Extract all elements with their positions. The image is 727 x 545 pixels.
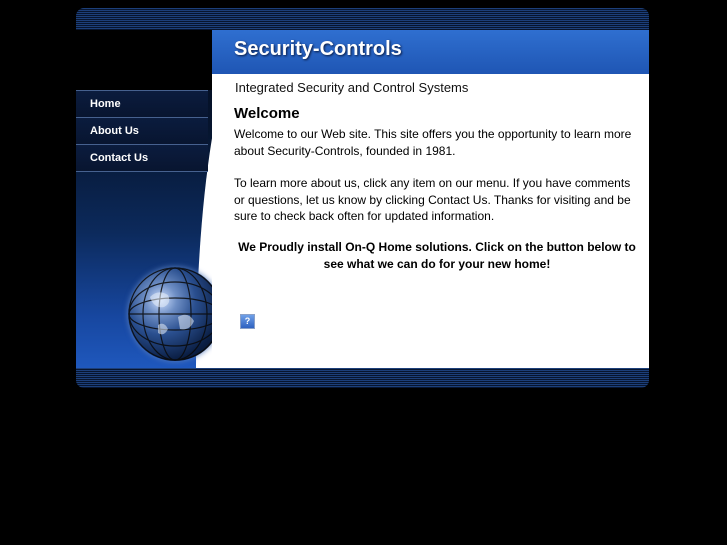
page-frame: Home About Us Contact Us Security-Contro…	[76, 8, 649, 388]
page-title: Welcome	[234, 105, 300, 122]
main-text-block: Welcome Welcome to our Web site. This si…	[234, 105, 640, 273]
intro-paragraph: Welcome to our Web site. This site offer…	[234, 127, 632, 158]
menu-item-contact-us[interactable]: Contact Us	[76, 144, 208, 172]
globe-icon	[128, 267, 212, 361]
main-menu: Home About Us Contact Us	[76, 90, 208, 172]
menu-item-home[interactable]: Home	[76, 90, 208, 117]
bottom-decorative-bar	[76, 368, 649, 388]
info-paragraph: To learn more about us, click any item o…	[234, 176, 631, 223]
main-content: Integrated Security and Control Systems …	[212, 74, 649, 368]
broken-image-icon[interactable]: ?	[240, 314, 255, 329]
site-title: Security-Controls	[234, 38, 402, 60]
top-decorative-bar	[76, 8, 649, 30]
sidebar-top-panel	[76, 30, 212, 90]
on-q-promo-text: We Proudly install On-Q Home solutions. …	[238, 239, 636, 271]
sidebar: Home About Us Contact Us	[76, 30, 212, 368]
menu-item-about-us[interactable]: About Us	[76, 117, 208, 144]
header-banner: Security-Controls	[212, 30, 649, 74]
site-tagline: Integrated Security and Control Systems	[235, 80, 469, 95]
